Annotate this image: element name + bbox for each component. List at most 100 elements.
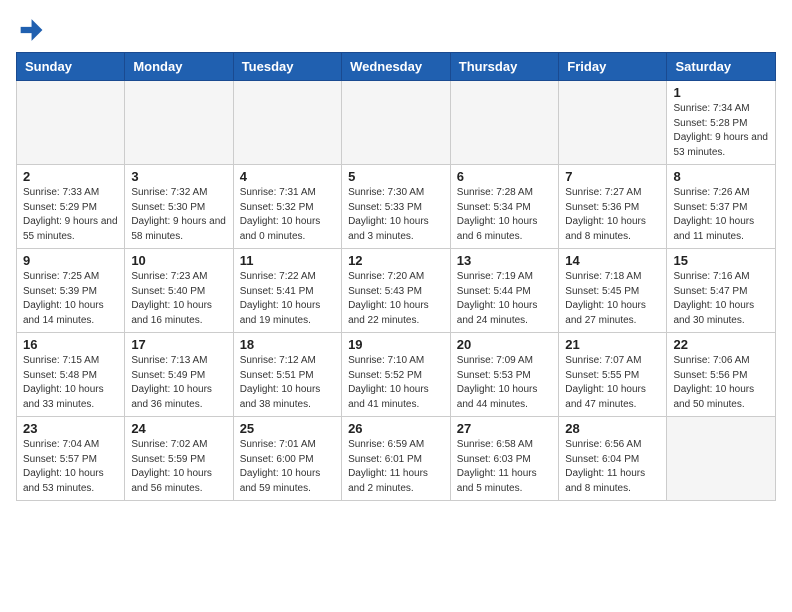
calendar-cell: 23 Sunrise: 7:04 AM Sunset: 5:57 PM Dayli… <box>17 417 125 501</box>
day-info: Sunrise: 7:01 AM Sunset: 6:00 PM Dayligh… <box>240 438 335 496</box>
day-number: 24 <box>131 421 226 436</box>
calendar-cell: 17 Sunrise: 7:13 AM Sunset: 5:49 PM Dayli… <box>125 333 233 417</box>
day-number: 10 <box>131 253 226 268</box>
day-number: 28 <box>565 421 660 436</box>
day-number: 25 <box>240 421 335 436</box>
day-info: Sunrise: 7:13 AM Sunset: 5:49 PM Dayligh… <box>131 354 226 412</box>
day-info: Sunrise: 7:02 AM Sunset: 5:59 PM Dayligh… <box>131 438 226 496</box>
calendar-cell: 21Sunrise: 7:07 AM Sunset: 5:55 PM Dayli… <box>559 333 667 417</box>
day-number: 3 <box>131 169 226 184</box>
calendar-cell <box>450 81 559 165</box>
weekday-header-sunday: Sunday <box>17 53 125 81</box>
calendar-cell: 18 Sunrise: 7:12 AM Sunset: 5:51 PM Dayli… <box>233 333 341 417</box>
day-info: Sunrise: 7:09 AM Sunset: 5:53 PM Dayligh… <box>457 354 553 412</box>
day-number: 20 <box>457 337 553 352</box>
day-number: 4 <box>240 169 335 184</box>
calendar-cell <box>342 81 451 165</box>
calendar-cell <box>559 81 667 165</box>
weekday-header-wednesday: Wednesday <box>342 53 451 81</box>
calendar-cell: 14 Sunrise: 7:18 AM Sunset: 5:45 PM Dayli… <box>559 249 667 333</box>
calendar-cell: 4Sunrise: 7:31 AM Sunset: 5:32 PM Daylig… <box>233 165 341 249</box>
weekday-header-row: SundayMondayTuesdayWednesdayThursdayFrid… <box>17 53 776 81</box>
calendar-cell: 22 Sunrise: 7:06 AM Sunset: 5:56 PM Dayli… <box>667 333 776 417</box>
calendar-cell: 15 Sunrise: 7:16 AM Sunset: 5:47 PM Dayli… <box>667 249 776 333</box>
weekday-header-monday: Monday <box>125 53 233 81</box>
day-info: Sunrise: 7:04 AM Sunset: 5:57 PM Dayligh… <box>23 438 118 496</box>
day-info: Sunrise: 7:15 AM Sunset: 5:48 PM Dayligh… <box>23 354 118 412</box>
day-number: 1 <box>673 85 769 100</box>
day-number: 27 <box>457 421 553 436</box>
weekday-header-thursday: Thursday <box>450 53 559 81</box>
day-number: 19 <box>348 337 444 352</box>
day-number: 2 <box>23 169 118 184</box>
logo <box>16 16 48 44</box>
day-number: 7 <box>565 169 660 184</box>
day-info: Sunrise: 7:27 AM Sunset: 5:36 PM Dayligh… <box>565 186 660 244</box>
calendar-cell: 16 Sunrise: 7:15 AM Sunset: 5:48 PM Dayli… <box>17 333 125 417</box>
day-info: Sunrise: 7:25 AM Sunset: 5:39 PM Dayligh… <box>23 270 118 328</box>
calendar-cell: 13 Sunrise: 7:19 AM Sunset: 5:44 PM Dayli… <box>450 249 559 333</box>
calendar-week-row: 16 Sunrise: 7:15 AM Sunset: 5:48 PM Dayli… <box>17 333 776 417</box>
calendar-cell <box>125 81 233 165</box>
day-number: 11 <box>240 253 335 268</box>
calendar-cell: 7 Sunrise: 7:27 AM Sunset: 5:36 PM Daylig… <box>559 165 667 249</box>
day-info: Sunrise: 7:18 AM Sunset: 5:45 PM Dayligh… <box>565 270 660 328</box>
day-info: Sunrise: 7:33 AM Sunset: 5:29 PM Dayligh… <box>23 186 118 244</box>
day-info: Sunrise: 7:10 AM Sunset: 5:52 PM Dayligh… <box>348 354 444 412</box>
day-number: 9 <box>23 253 118 268</box>
day-info: Sunrise: 7:23 AM Sunset: 5:40 PM Dayligh… <box>131 270 226 328</box>
day-info: Sunrise: 6:58 AM Sunset: 6:03 PM Dayligh… <box>457 438 553 496</box>
day-info: Sunrise: 7:34 AM Sunset: 5:28 PM Dayligh… <box>673 102 769 160</box>
day-info: Sunrise: 6:59 AM Sunset: 6:01 PM Dayligh… <box>348 438 444 496</box>
day-number: 15 <box>673 253 769 268</box>
calendar-week-row: 23 Sunrise: 7:04 AM Sunset: 5:57 PM Dayli… <box>17 417 776 501</box>
day-number: 26 <box>348 421 444 436</box>
weekday-header-friday: Friday <box>559 53 667 81</box>
day-number: 16 <box>23 337 118 352</box>
day-number: 8 <box>673 169 769 184</box>
day-number: 23 <box>23 421 118 436</box>
calendar-cell: 2 Sunrise: 7:33 AM Sunset: 5:29 PM Daylig… <box>17 165 125 249</box>
calendar-cell: 1 Sunrise: 7:34 AM Sunset: 5:28 PM Daylig… <box>667 81 776 165</box>
weekday-header-saturday: Saturday <box>667 53 776 81</box>
day-info: Sunrise: 7:26 AM Sunset: 5:37 PM Dayligh… <box>673 186 769 244</box>
day-number: 12 <box>348 253 444 268</box>
calendar-cell: 6Sunrise: 7:28 AM Sunset: 5:34 PM Daylig… <box>450 165 559 249</box>
calendar-cell: 12 Sunrise: 7:20 AM Sunset: 5:43 PM Dayli… <box>342 249 451 333</box>
calendar-week-row: 9 Sunrise: 7:25 AM Sunset: 5:39 PM Daylig… <box>17 249 776 333</box>
calendar-cell: 19 Sunrise: 7:10 AM Sunset: 5:52 PM Dayli… <box>342 333 451 417</box>
day-number: 17 <box>131 337 226 352</box>
day-number: 14 <box>565 253 660 268</box>
calendar-table: SundayMondayTuesdayWednesdayThursdayFrid… <box>16 52 776 501</box>
day-info: Sunrise: 7:06 AM Sunset: 5:56 PM Dayligh… <box>673 354 769 412</box>
day-info: Sunrise: 7:19 AM Sunset: 5:44 PM Dayligh… <box>457 270 553 328</box>
page-header <box>16 16 776 44</box>
calendar-cell: 25 Sunrise: 7:01 AM Sunset: 6:00 PM Dayli… <box>233 417 341 501</box>
calendar-cell: 28Sunrise: 6:56 AM Sunset: 6:04 PM Dayli… <box>559 417 667 501</box>
day-number: 21 <box>565 337 660 352</box>
calendar-cell: 27 Sunrise: 6:58 AM Sunset: 6:03 PM Dayli… <box>450 417 559 501</box>
day-info: Sunrise: 7:32 AM Sunset: 5:30 PM Dayligh… <box>131 186 226 244</box>
calendar-week-row: 2 Sunrise: 7:33 AM Sunset: 5:29 PM Daylig… <box>17 165 776 249</box>
logo-icon <box>16 16 44 44</box>
day-info: Sunrise: 7:12 AM Sunset: 5:51 PM Dayligh… <box>240 354 335 412</box>
calendar-cell: 3 Sunrise: 7:32 AM Sunset: 5:30 PM Daylig… <box>125 165 233 249</box>
calendar-cell: 8 Sunrise: 7:26 AM Sunset: 5:37 PM Daylig… <box>667 165 776 249</box>
calendar-cell: 9 Sunrise: 7:25 AM Sunset: 5:39 PM Daylig… <box>17 249 125 333</box>
calendar-cell <box>17 81 125 165</box>
calendar-cell: 20 Sunrise: 7:09 AM Sunset: 5:53 PM Dayli… <box>450 333 559 417</box>
calendar-cell: 26 Sunrise: 6:59 AM Sunset: 6:01 PM Dayli… <box>342 417 451 501</box>
day-number: 5 <box>348 169 444 184</box>
day-number: 13 <box>457 253 553 268</box>
calendar-cell <box>233 81 341 165</box>
day-number: 18 <box>240 337 335 352</box>
day-number: 22 <box>673 337 769 352</box>
day-info: Sunrise: 7:16 AM Sunset: 5:47 PM Dayligh… <box>673 270 769 328</box>
calendar-cell: 11Sunrise: 7:22 AM Sunset: 5:41 PM Dayli… <box>233 249 341 333</box>
calendar-cell: 24 Sunrise: 7:02 AM Sunset: 5:59 PM Dayli… <box>125 417 233 501</box>
weekday-header-tuesday: Tuesday <box>233 53 341 81</box>
calendar-cell: 10 Sunrise: 7:23 AM Sunset: 5:40 PM Dayli… <box>125 249 233 333</box>
calendar-cell: 5Sunrise: 7:30 AM Sunset: 5:33 PM Daylig… <box>342 165 451 249</box>
day-info: Sunrise: 7:20 AM Sunset: 5:43 PM Dayligh… <box>348 270 444 328</box>
day-info: Sunrise: 7:28 AM Sunset: 5:34 PM Dayligh… <box>457 186 553 244</box>
